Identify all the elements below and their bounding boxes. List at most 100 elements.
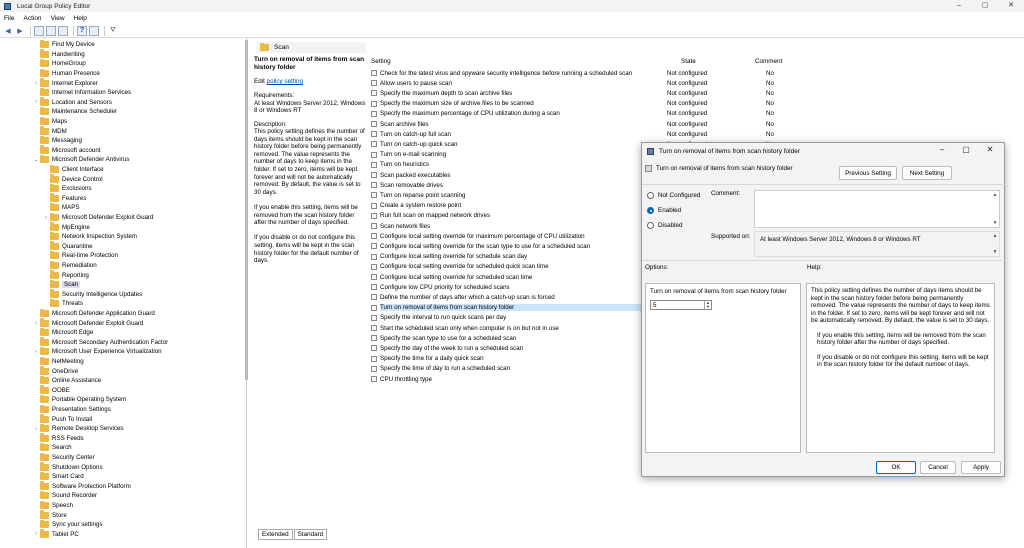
column-header-state[interactable]: State <box>681 56 696 66</box>
edit-policy-link[interactable]: policy setting <box>267 78 303 85</box>
supported-scrollbar[interactable]: ▲ ▼ <box>992 233 998 255</box>
tree-item[interactable]: Security Center <box>32 452 95 463</box>
tree-item[interactable]: MDM <box>32 126 67 136</box>
tree-item[interactable]: Handwriting <box>32 49 85 60</box>
menu-file[interactable]: File <box>4 15 14 22</box>
tree-item[interactable]: Reporting <box>42 270 89 280</box>
minimize-button[interactable]: – <box>946 0 972 12</box>
tree-item[interactable]: Microsoft Defender Application Guard <box>32 308 155 319</box>
expand-chevron-icon[interactable]: › <box>42 215 50 221</box>
tree-item[interactable]: Sync your settings <box>32 519 103 530</box>
tree-item[interactable]: Portable Operating System <box>32 394 126 405</box>
tree-item[interactable]: MAPS <box>42 202 80 213</box>
tree-item[interactable]: › Microsoft Defender Exploit Guard <box>42 212 153 223</box>
expand-chevron-icon[interactable]: › <box>32 320 40 326</box>
setting-row[interactable]: Specify the maximum percentage of CPU ut… <box>368 109 798 119</box>
show-hide-tree-icon[interactable] <box>46 25 56 36</box>
tree-item[interactable]: Store <box>32 510 67 520</box>
setting-row[interactable]: Turn on catch-up full scan Not configured… <box>368 129 798 139</box>
setting-row[interactable]: Scan archive files Not configured No <box>368 119 798 129</box>
tree-item[interactable]: › Internet Explorer <box>32 78 98 88</box>
apply-button[interactable]: Apply <box>961 461 1001 474</box>
tree-item[interactable]: › Location and Sensors <box>32 97 112 108</box>
tree-item[interactable]: RSS Feeds <box>32 433 84 444</box>
spin-arrows-icon[interactable]: ▲ ▼ <box>704 301 711 309</box>
expand-chevron-icon[interactable]: › <box>32 80 40 86</box>
tree-item[interactable]: Remediation <box>42 260 97 271</box>
forward-icon[interactable]: ▶ <box>15 26 25 36</box>
tree-item[interactable]: Push To Install <box>32 414 92 424</box>
expand-chevron-icon[interactable]: › <box>32 349 40 355</box>
tree-item[interactable]: Scan <box>42 279 81 290</box>
menu-help[interactable]: Help <box>74 15 87 22</box>
comment-scrollbar[interactable]: ▲ ▼ <box>992 192 998 226</box>
tree-item[interactable]: OneDrive <box>32 366 78 376</box>
previous-setting-button[interactable]: Previous Setting <box>839 166 897 180</box>
tree-item[interactable]: Real-time Protection <box>42 250 118 261</box>
tree-item[interactable]: Security Intelligence Updates <box>42 289 142 300</box>
dialog-minimize-button[interactable]: – <box>930 145 954 154</box>
ok-button[interactable]: OK <box>876 461 916 474</box>
column-header-comment[interactable]: Comment <box>755 56 782 66</box>
tree-item[interactable]: Client Interface <box>42 164 104 175</box>
dialog-close-button[interactable]: ✕ <box>978 145 1002 154</box>
tree-item[interactable]: Maps <box>32 116 67 127</box>
tree-item[interactable]: Microsoft Edge <box>32 327 93 338</box>
expand-chevron-icon[interactable]: › <box>32 426 40 432</box>
tree-scrollbar[interactable] <box>245 40 248 380</box>
tree-item[interactable]: Features <box>42 193 86 204</box>
tree-item[interactable]: ⌄ Microsoft Defender Antivirus <box>32 154 129 165</box>
back-icon[interactable]: ◀ <box>3 26 13 36</box>
comment-textarea[interactable]: ▲ ▼ <box>754 190 1000 228</box>
tree-item[interactable]: Threats <box>42 298 83 309</box>
tree-item[interactable]: Network Inspection System <box>42 231 137 242</box>
tree-item[interactable]: Software Protection Platform <box>32 481 131 492</box>
days-spinbox[interactable]: 5 ▲ ▼ <box>650 300 712 310</box>
radio-enabled[interactable]: Enabled <box>647 207 681 214</box>
setting-row[interactable]: Specify the maximum depth to scan archiv… <box>368 88 798 98</box>
radio-disabled[interactable]: Disabled <box>647 222 683 229</box>
tree-item[interactable]: Sound Recorder <box>32 490 97 501</box>
tree-item[interactable]: OOBE <box>32 385 70 396</box>
tree-item[interactable]: Shutdown Options <box>32 462 103 472</box>
setting-row[interactable]: Specify the maximum size of archive file… <box>368 99 798 109</box>
tab-extended[interactable]: Extended <box>258 529 293 540</box>
expand-chevron-icon[interactable]: › <box>32 99 40 105</box>
next-setting-button[interactable]: Next Setting <box>902 166 952 180</box>
menu-action[interactable]: Action <box>23 15 41 22</box>
close-button[interactable]: ✕ <box>998 0 1024 12</box>
dialog-maximize-button[interactable]: ▢ <box>954 145 978 154</box>
column-header-setting[interactable]: Setting <box>371 56 391 66</box>
tree-item[interactable]: Microsoft account <box>32 145 101 156</box>
tree-item[interactable]: Human Presence <box>32 68 100 79</box>
expand-chevron-icon[interactable]: ⌄ <box>32 157 40 163</box>
tree-item[interactable]: Exclusions <box>42 183 92 194</box>
tree-item[interactable]: Quarantine <box>42 241 93 252</box>
properties-icon[interactable] <box>89 25 99 36</box>
tree-item[interactable]: NetMeeting <box>32 356 84 367</box>
tree-item[interactable]: › Microsoft Defender Exploit Guard <box>32 318 143 328</box>
tree-item[interactable]: Messaging <box>32 135 82 146</box>
tab-standard[interactable]: Standard <box>293 529 328 540</box>
tree-item[interactable]: Online Assistance <box>32 375 101 386</box>
tree-item[interactable]: Internet Information Services <box>32 87 131 98</box>
export-list-icon[interactable] <box>58 25 68 36</box>
setting-row[interactable]: Check for the latest virus and spyware s… <box>368 68 798 78</box>
tree-item[interactable]: Speech <box>32 500 73 511</box>
up-folder-icon[interactable] <box>34 25 44 36</box>
tree-item[interactable]: › Microsoft User Experience Virtualizatio… <box>32 346 162 357</box>
tree-item[interactable]: Search <box>32 442 72 453</box>
tree-item[interactable]: › Remote Desktop Services <box>32 423 124 434</box>
filter-icon[interactable]: ⛛ <box>108 26 118 36</box>
menu-view[interactable]: View <box>51 15 65 22</box>
tree-item[interactable]: HomeGroup <box>32 58 86 69</box>
cancel-button[interactable]: Cancel <box>920 461 956 474</box>
expand-chevron-icon[interactable]: › <box>32 531 40 537</box>
tree-item[interactable]: Maintenance Scheduler <box>32 106 117 117</box>
days-value[interactable]: 5 <box>653 302 704 309</box>
tree-item[interactable]: Smart Card <box>32 471 84 482</box>
help-icon[interactable]: ? <box>77 25 87 36</box>
tree-item[interactable]: Device Control <box>42 174 103 184</box>
maximize-button[interactable]: ▢ <box>972 0 998 12</box>
tree-item[interactable]: Microsoft Secondary Authentication Facto… <box>32 337 168 348</box>
